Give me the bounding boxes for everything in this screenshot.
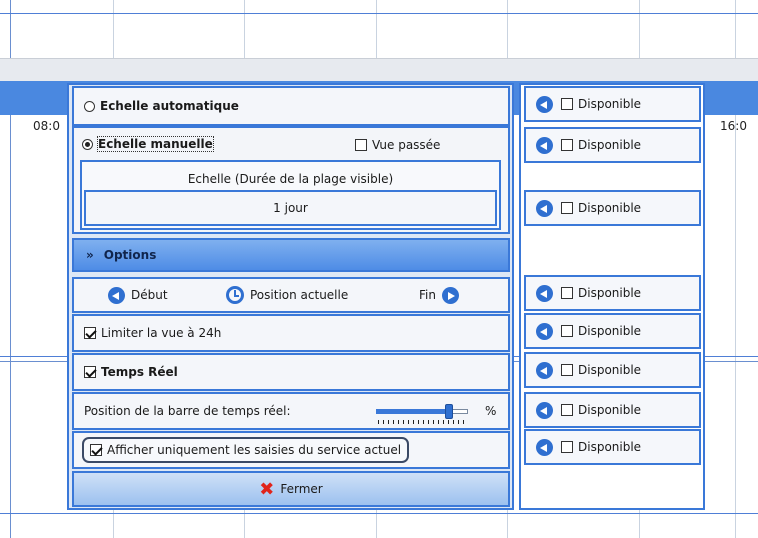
slider-thumb[interactable] [445, 404, 453, 419]
options-label: Options [103, 248, 157, 262]
collapse-chevron-icon: » [86, 248, 94, 262]
arrow-left-icon[interactable] [536, 136, 553, 154]
recenter-clock-icon [226, 286, 244, 304]
limit-24h-option[interactable]: Limiter la vue à 24h [72, 314, 510, 352]
auto-scale-option[interactable]: Echelle automatique [72, 86, 510, 126]
availability-slot[interactable]: Disponible [524, 352, 701, 388]
options-header[interactable]: » Options [72, 238, 510, 272]
bar-position-label: Position de la barre de temps réel: [84, 404, 291, 418]
manual-scale-radio[interactable] [82, 138, 93, 150]
limit-24h-label: Limiter la vue à 24h [101, 326, 222, 340]
availability-slot[interactable]: Disponible [524, 190, 701, 226]
slot-label: Disponible [578, 201, 642, 215]
hour-label-right: 16:0 [720, 119, 747, 133]
slot-label: Disponible [578, 403, 642, 417]
slot-label: Disponible [578, 440, 642, 454]
bar-position-row: Position de la barre de temps réel: % [72, 392, 510, 430]
arrow-left-icon[interactable] [536, 361, 553, 379]
availability-slot[interactable]: Disponible [524, 275, 701, 311]
arrow-left-icon[interactable] [536, 199, 553, 217]
arrow-left-icon[interactable] [536, 95, 553, 113]
bar-position-slider[interactable] [376, 404, 468, 424]
realtime-checkbox[interactable] [84, 366, 96, 378]
service-only-checkbox[interactable] [90, 444, 102, 456]
auto-scale-radio[interactable] [84, 100, 95, 112]
availability-slot[interactable]: Disponible [524, 86, 701, 122]
slot-label: Disponible [578, 97, 642, 111]
close-x-icon: ✖ [259, 478, 275, 500]
slot-checkbox[interactable] [561, 202, 573, 214]
scale-value: 1 jour [273, 201, 308, 215]
service-only-option[interactable]: Afficher uniquement les saisies du servi… [82, 437, 410, 463]
end-label: Fin [419, 288, 436, 302]
manual-scale-label: Echelle manuelle [97, 136, 214, 152]
auto-scale-label: Echelle automatique [100, 99, 239, 113]
availability-slot[interactable]: Disponible [524, 313, 701, 349]
availability-slot[interactable]: Disponible [524, 392, 701, 428]
service-only-label: Afficher uniquement les saisies du servi… [107, 443, 402, 457]
slider-fill [376, 409, 449, 414]
current-position-label: Position actuelle [250, 288, 349, 302]
availability-slot[interactable]: Disponible [524, 429, 701, 465]
availability-slot[interactable]: Disponible [524, 127, 701, 163]
slot-label: Disponible [578, 138, 642, 152]
realtime-label: Temps Réel [101, 365, 178, 379]
past-view-option[interactable]: Vue passée [355, 138, 440, 152]
arrow-left-icon[interactable] [536, 401, 553, 419]
close-label: Fermer [280, 482, 323, 496]
arrow-left-icon [108, 286, 125, 304]
close-button[interactable]: ✖ Fermer [72, 471, 510, 507]
slot-label: Disponible [578, 363, 642, 377]
grid-band [0, 58, 758, 82]
slot-checkbox[interactable] [561, 325, 573, 337]
slot-label: Disponible [578, 286, 642, 300]
start-button[interactable]: Début [108, 286, 168, 304]
past-view-checkbox[interactable] [355, 139, 367, 151]
manual-scale-option[interactable]: Echelle manuelle [82, 136, 214, 152]
arrow-right-icon [441, 286, 459, 304]
root: 08:0 16:0 Echelle automatique Echelle ma… [0, 0, 758, 538]
arrow-left-icon[interactable] [536, 438, 553, 456]
navigation-row: Début Position actuelle Fin [72, 277, 510, 313]
current-position-button[interactable]: Position actuelle [226, 286, 348, 304]
scale-caption: Echelle (Durée de la plage visible) [187, 172, 394, 186]
percent-symbol: % [485, 404, 497, 418]
slot-checkbox[interactable] [561, 98, 573, 110]
slot-checkbox[interactable] [561, 404, 573, 416]
hour-label-left: 08:0 [33, 119, 60, 133]
grid-row-line [0, 513, 758, 514]
slot-checkbox[interactable] [561, 287, 573, 299]
arrow-left-icon[interactable] [536, 322, 553, 340]
realtime-option[interactable]: Temps Réel [72, 353, 510, 391]
past-view-label: Vue passée [372, 138, 441, 152]
slider-ticks [378, 420, 466, 424]
slot-checkbox[interactable] [561, 441, 573, 453]
scale-value-field[interactable]: 1 jour [84, 190, 497, 226]
slot-label: Disponible [578, 324, 642, 338]
start-label: Début [131, 288, 168, 302]
end-button[interactable]: Fin [419, 286, 459, 304]
limit-24h-checkbox[interactable] [84, 327, 96, 339]
grid-top-line [0, 13, 758, 14]
slot-checkbox[interactable] [561, 139, 573, 151]
slot-checkbox[interactable] [561, 364, 573, 376]
service-only-row: Afficher uniquement les saisies du servi… [72, 431, 510, 469]
arrow-left-icon[interactable] [536, 284, 553, 302]
